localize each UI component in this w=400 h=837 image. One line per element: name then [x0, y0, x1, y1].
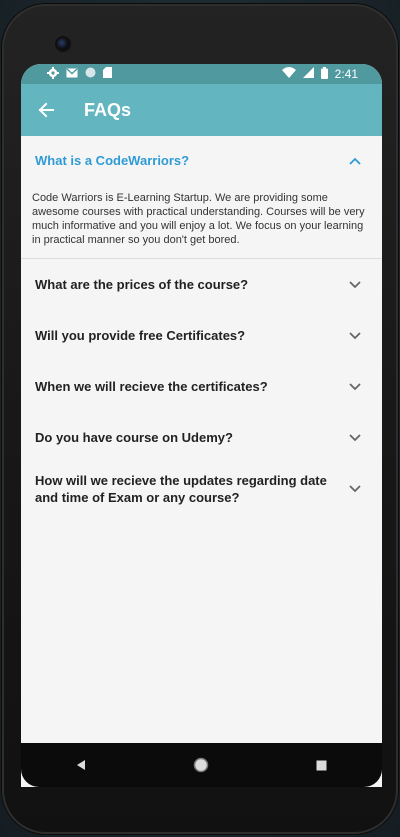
- home-circle-icon[interactable]: [193, 757, 209, 773]
- circle-icon: [85, 67, 96, 81]
- chevron-down-icon: [348, 329, 362, 343]
- status-left-icons: [47, 66, 112, 82]
- gmail-icon: [66, 67, 78, 81]
- faq-question: Do you have course on Udemy?: [35, 430, 233, 445]
- front-camera: [57, 38, 69, 50]
- recents-square-icon[interactable]: [314, 757, 330, 773]
- wifi-icon: [281, 67, 296, 81]
- chevron-down-icon: [348, 431, 362, 445]
- chevron-up-icon: [348, 154, 362, 168]
- faq-item[interactable]: When we will recieve the certificates?: [21, 361, 382, 412]
- battery-icon: [320, 66, 328, 82]
- sd-card-icon: [103, 67, 112, 81]
- chevron-down-icon: [348, 380, 362, 394]
- faq-question: Will you provide free Certificates?: [35, 328, 246, 343]
- chevron-down-icon: [348, 482, 362, 496]
- faq-item[interactable]: Do you have course on Udemy?: [21, 412, 382, 463]
- chevron-down-icon: [348, 278, 362, 292]
- faq-list: What is a CodeWarriors? Code Warriors is…: [21, 136, 382, 514]
- app-bar: FAQs: [21, 84, 382, 136]
- gear-icon: [47, 66, 59, 82]
- faq-item-expanded: What is a CodeWarriors? Code Warriors is…: [21, 136, 382, 259]
- arrow-left-icon[interactable]: [21, 84, 71, 136]
- faq-question: What are the prices of the course?: [35, 277, 249, 292]
- faq-question-header[interactable]: What is a CodeWarriors?: [21, 136, 382, 185]
- faq-question: When we will recieve the certificates?: [35, 379, 268, 394]
- status-right-icons: 2:41: [281, 66, 358, 82]
- faq-item[interactable]: How will we recieve the updates regardin…: [21, 463, 382, 514]
- faq-answer: Code Warriors is E-Learning Startup. We …: [32, 192, 365, 246]
- back-triangle-icon[interactable]: [73, 757, 89, 773]
- device-background: 2:41 FAQs What is a CodeWarriors? Code W…: [0, 0, 400, 837]
- faq-question: What is a CodeWarriors?: [35, 153, 190, 168]
- system-nav-bar: [21, 743, 382, 787]
- app-screen: 2:41 FAQs What is a CodeWarriors? Code W…: [21, 64, 382, 787]
- status-time: 2:41: [334, 67, 358, 81]
- status-bar: 2:41: [21, 64, 382, 84]
- faq-item[interactable]: Will you provide free Certificates?: [21, 310, 382, 361]
- page-title: FAQs: [84, 99, 132, 120]
- faq-item[interactable]: What are the prices of the course?: [21, 259, 382, 310]
- signal-icon: [302, 67, 314, 81]
- faq-question: How will we recieve the updates regardin…: [35, 472, 327, 505]
